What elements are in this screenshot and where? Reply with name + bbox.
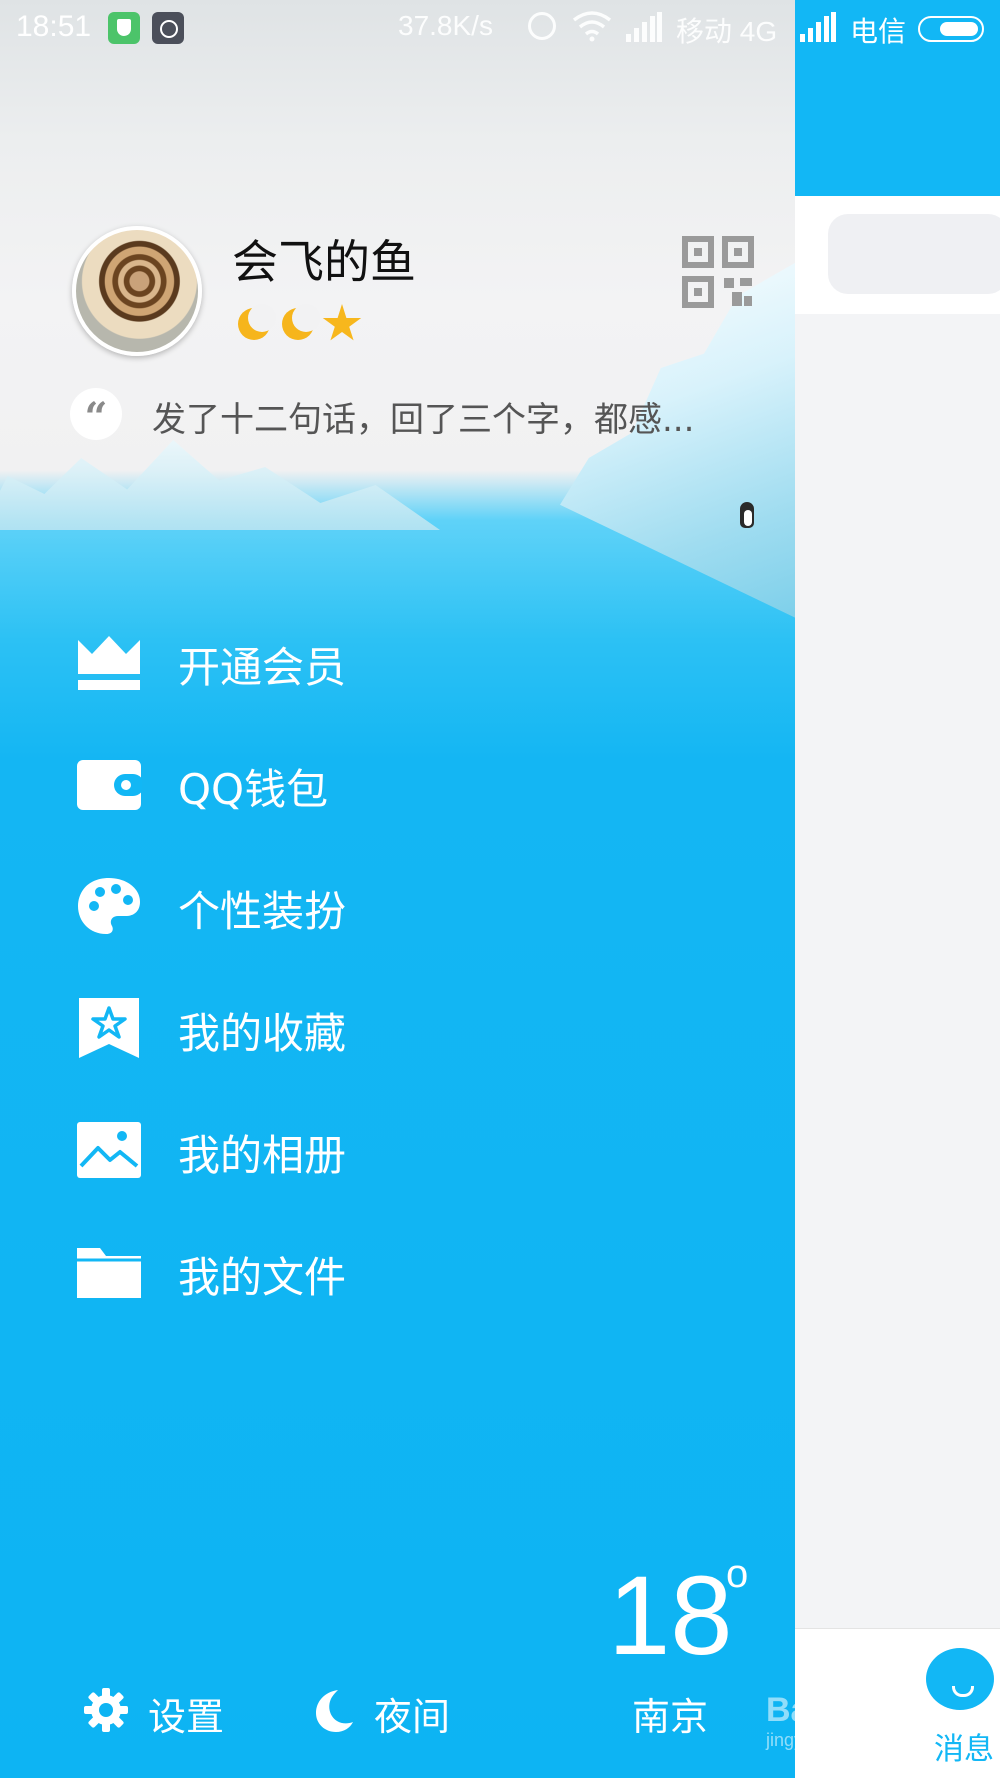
star-icon: [322, 304, 362, 341]
level-badges[interactable]: [234, 304, 366, 344]
nickname[interactable]: 会飞的鱼: [232, 226, 416, 292]
menu-item-label: 我的相册: [178, 1131, 347, 1180]
message-bubble-icon: [926, 1648, 994, 1710]
moon-icon: [278, 304, 320, 344]
menu-item-label: 个性装扮: [178, 887, 347, 936]
menu-item-album[interactable]: 我的相册: [0, 1100, 795, 1200]
gear-icon: [84, 1688, 128, 1732]
picture-icon: [77, 1122, 141, 1178]
menu-item-vip[interactable]: 开通会员: [0, 612, 795, 712]
weather-temperature: 18: [608, 1553, 733, 1678]
status-bar: 18:51 37.8K/s 移动 4G 电信: [0, 0, 1000, 56]
alarm-icon: [528, 12, 556, 40]
menu-item-files[interactable]: 我的文件: [0, 1222, 795, 1322]
menu-item-theme[interactable]: 个性装扮: [0, 856, 795, 956]
baidu-watermark: Baidu经验: [766, 1691, 929, 1729]
menu-item-wallet[interactable]: QQ钱包: [0, 734, 795, 834]
signature-row[interactable]: “ 发了十二句话，回了三个字，都感...: [70, 386, 790, 442]
menu-item-favorites[interactable]: 我的收藏: [0, 978, 795, 1078]
settings-button[interactable]: 设置: [82, 1680, 242, 1740]
wallet-icon: [77, 760, 142, 810]
folder-icon: [77, 1248, 141, 1298]
battery-icon: [918, 16, 984, 42]
quote-icon: “: [70, 388, 122, 441]
search-box[interactable]: [828, 214, 1000, 294]
carrier-primary: 移动 4G: [676, 16, 778, 47]
network-speed: 37.8K/s: [398, 10, 493, 41]
wifi-icon: [572, 11, 612, 42]
night-mode-label: 夜间: [374, 1695, 451, 1739]
settings-label: 设置: [148, 1695, 225, 1739]
side-drawer: 会飞的鱼 “ 发了十二句话，回了三个字，都感... 开通会员 QQ钱包 个性装扮…: [0, 0, 795, 1778]
night-mode-button[interactable]: 夜间: [308, 1680, 468, 1740]
signature-text: 发了十二句话，回了三个字，都感...: [152, 400, 695, 440]
baidu-watermark-url: jingyan.baidu.com: [766, 1730, 912, 1750]
menu-item-label: 开通会员: [178, 643, 347, 692]
moon-icon: [316, 1690, 353, 1732]
app-notification-icon: [152, 12, 184, 44]
tab-messages[interactable]: 消息: [920, 1648, 1000, 1768]
avatar[interactable]: [72, 226, 202, 356]
palette-icon: [78, 878, 140, 934]
menu-item-label: QQ钱包: [178, 765, 329, 814]
menu-item-label: 我的文件: [178, 1253, 347, 1302]
carrier-secondary: 电信: [850, 16, 907, 47]
penguin-decoration: [740, 502, 754, 528]
crown-icon: [78, 636, 140, 690]
signal-icon: [626, 12, 662, 42]
tab-messages-label: 消息: [934, 1732, 994, 1767]
weather-degree: o: [726, 1552, 749, 1596]
status-time: 18:51: [16, 10, 92, 43]
moon-icon: [234, 304, 276, 344]
menu-item-label: 我的收藏: [178, 1009, 347, 1058]
shield-icon: [108, 12, 140, 44]
weather-widget[interactable]: 18 o 南京: [600, 1552, 790, 1760]
bookmark-star-icon: [79, 998, 139, 1058]
iceberg-decoration: [0, 440, 440, 530]
signal-icon-secondary: [800, 12, 836, 42]
qr-code-icon[interactable]: [682, 236, 754, 308]
weather-city: 南京: [632, 1695, 709, 1739]
